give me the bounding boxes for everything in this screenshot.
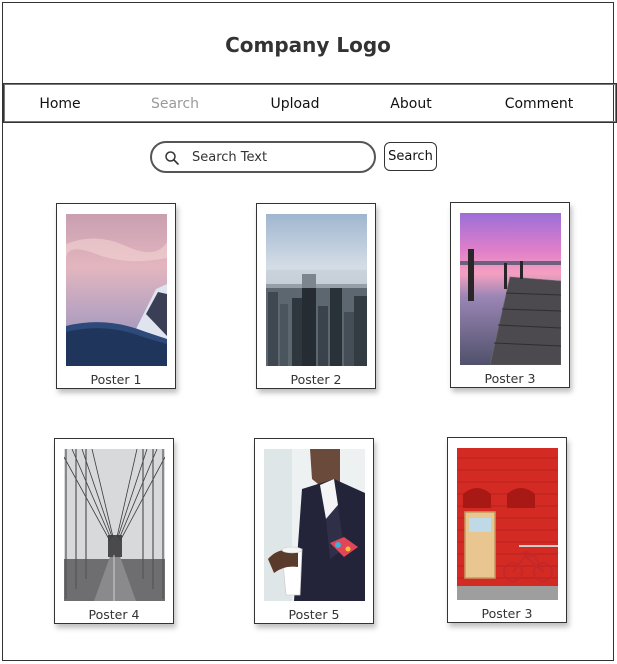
poster-card-4[interactable]: Poster 4 xyxy=(54,438,174,624)
poster-image-red-brick-bicycle xyxy=(457,448,558,600)
nav-item-about[interactable]: About xyxy=(390,96,431,112)
nav-item-upload[interactable]: Upload xyxy=(270,96,319,112)
nav-item-home[interactable]: Home xyxy=(39,96,80,112)
poster-image-city-skyline xyxy=(266,214,367,366)
search-input[interactable] xyxy=(192,147,367,167)
poster-image-wooden-pier xyxy=(460,213,561,365)
nav-bar: Home Search Upload About Comment xyxy=(3,83,617,123)
poster-card-6[interactable]: Poster 3 xyxy=(447,437,567,623)
search-button[interactable]: Search xyxy=(384,142,437,171)
poster-label: Poster 3 xyxy=(484,371,536,386)
poster-image-man-coffee xyxy=(264,449,365,601)
poster-card-1[interactable]: Poster 1 xyxy=(56,203,176,389)
poster-card-5[interactable]: Poster 5 xyxy=(254,438,374,624)
poster-label: Poster 1 xyxy=(90,372,142,387)
search-icon xyxy=(165,151,179,165)
poster-label: Poster 3 xyxy=(481,606,533,621)
poster-image-suspension-bridge xyxy=(64,449,165,601)
poster-card-2[interactable]: Poster 2 xyxy=(256,203,376,389)
nav-item-search[interactable]: Search xyxy=(151,96,199,112)
nav-item-comment[interactable]: Comment xyxy=(505,96,574,112)
company-logo[interactable]: Company Logo xyxy=(3,33,613,57)
poster-label: Poster 4 xyxy=(88,607,140,622)
poster-label: Poster 2 xyxy=(290,372,342,387)
poster-image-snowy-mountain xyxy=(66,214,167,366)
poster-card-3[interactable]: Poster 3 xyxy=(450,202,570,388)
poster-label: Poster 5 xyxy=(288,607,340,622)
search-box[interactable] xyxy=(150,141,376,173)
